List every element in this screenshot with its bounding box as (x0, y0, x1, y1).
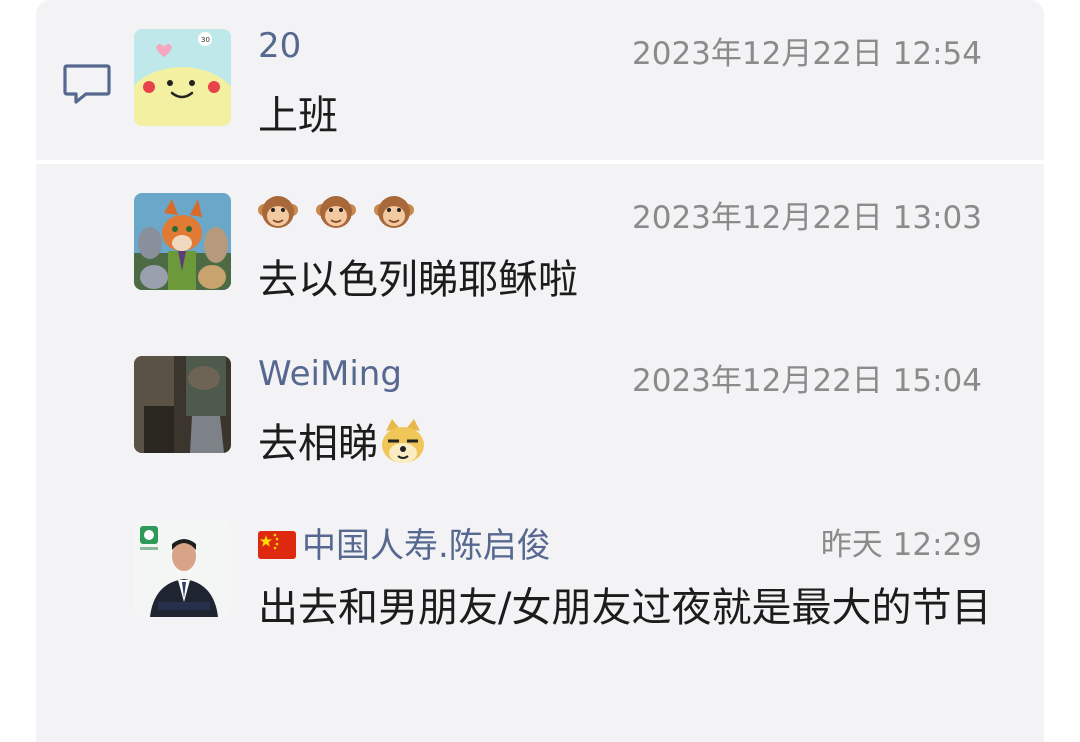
avatar[interactable]: 30 (134, 29, 231, 126)
commenter-name-text: 中国人寿.陈启俊 (302, 526, 551, 566)
comment-text: 上班 (258, 93, 338, 139)
comment-divider (36, 160, 1044, 164)
commenter-name[interactable]: WeiMing (258, 354, 402, 394)
commenter-name[interactable]: 🐵🐵🐵 (258, 190, 432, 231)
comment-time: 昨天 12:29 (820, 527, 982, 563)
business-portrait-avatar (134, 520, 231, 617)
commenter-name[interactable]: 中国人寿.陈启俊 (258, 518, 551, 567)
commenter-name[interactable]: 20 (258, 26, 301, 66)
comment-time: 2023年12月22日 12:54 (632, 36, 982, 72)
comment-text-content: 去相睇 (258, 421, 378, 467)
avatar[interactable] (134, 356, 231, 453)
zootopia-cartoon-avatar (134, 193, 231, 290)
monkey-face-emoji (258, 195, 298, 228)
doge-emoji (382, 419, 424, 463)
yellow-smiley-avatar: 30 (134, 29, 231, 126)
monkey-face-emoji (374, 195, 414, 228)
avatar[interactable] (134, 520, 231, 617)
dark-photo-avatar (134, 356, 231, 453)
comment-text: 去相睇 (258, 408, 1018, 480)
comment-time: 2023年12月22日 15:04 (632, 363, 982, 399)
comment-text: 去以色列睇耶稣啦 (258, 257, 578, 303)
monkey-face-emoji (316, 195, 356, 228)
avatar[interactable] (134, 193, 231, 290)
china-flag-emoji (258, 531, 296, 559)
svg-text:30: 30 (201, 36, 210, 44)
comment-bubble-icon[interactable] (62, 62, 112, 106)
comment-text: 出去和男朋友/女朋友过夜就是最大的节目 (258, 585, 992, 631)
comment-time: 2023年12月22日 13:03 (632, 200, 982, 236)
